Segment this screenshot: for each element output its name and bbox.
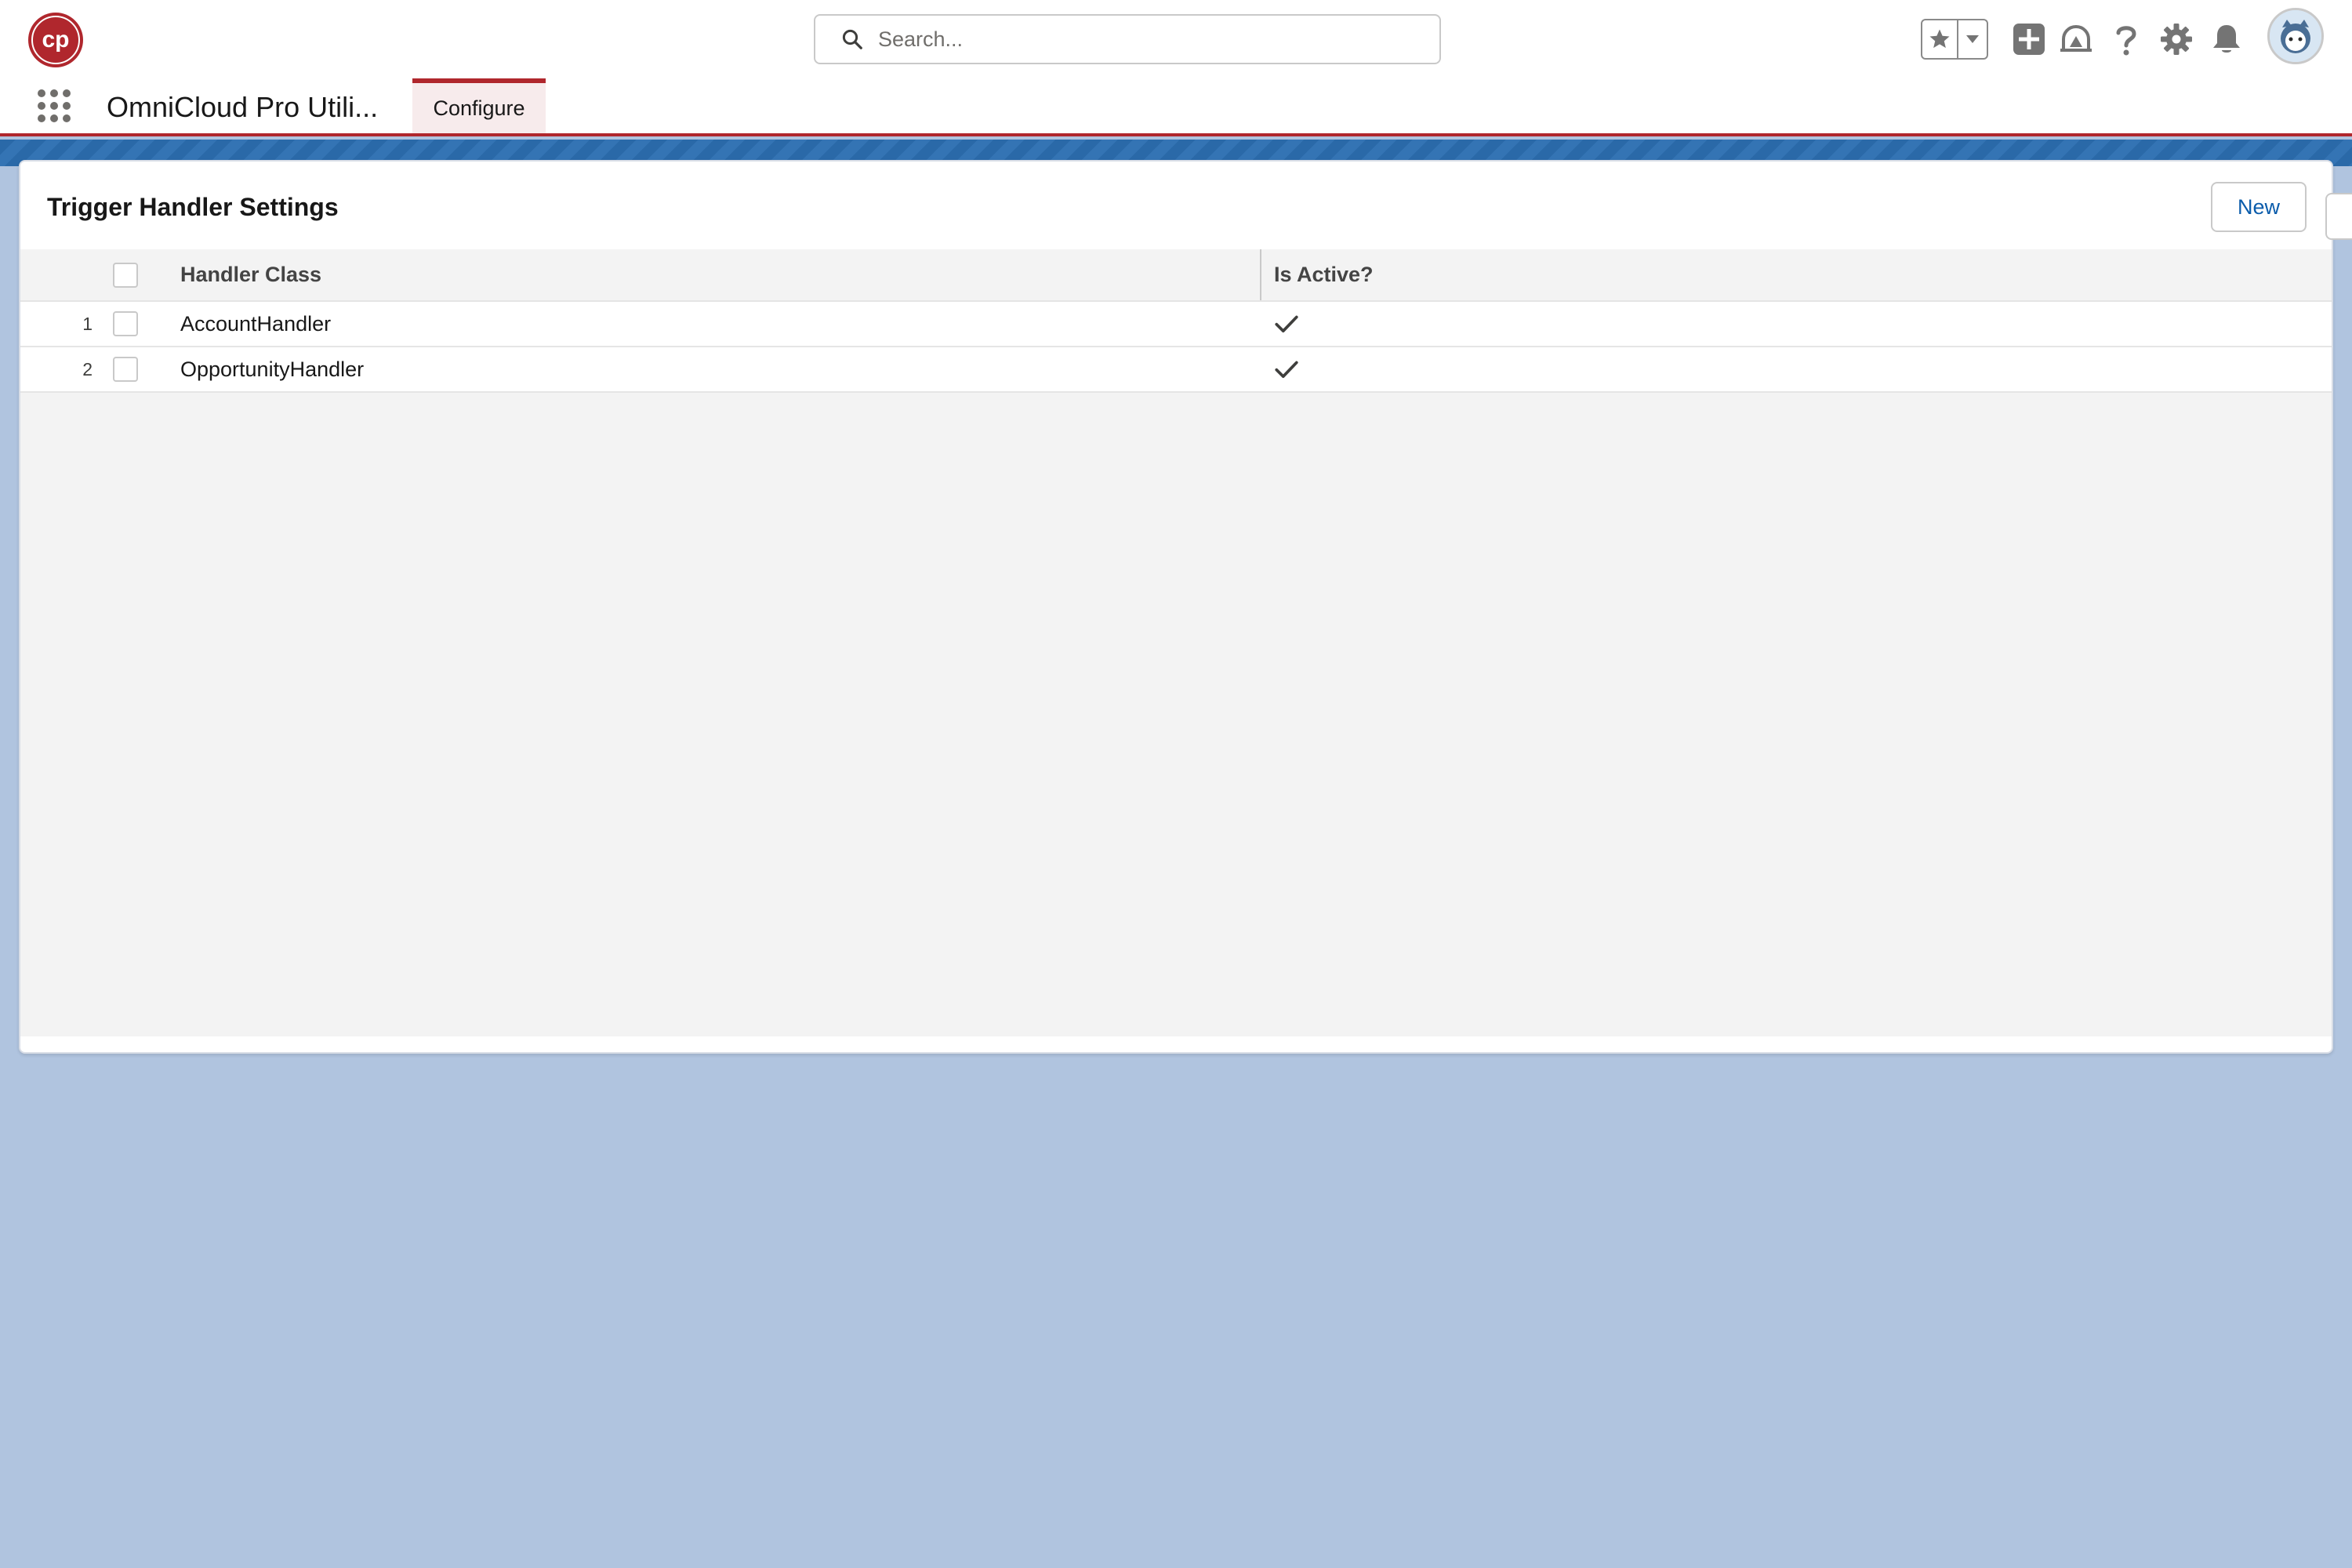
select-all-checkbox[interactable]: [113, 262, 138, 288]
app-launcher-icon[interactable]: [36, 88, 72, 124]
new-button[interactable]: New: [2211, 182, 2307, 232]
column-header-handler-class[interactable]: Handler Class: [165, 249, 1261, 302]
svg-text:cp: cp: [42, 27, 69, 53]
notifications-bell-icon[interactable]: [2208, 20, 2245, 58]
trailhead-icon[interactable]: [2057, 20, 2095, 58]
handler-class-cell[interactable]: OpportunityHandler: [165, 347, 1261, 392]
favorites-group[interactable]: [1921, 19, 1988, 60]
setup-gear-icon[interactable]: [2158, 20, 2195, 58]
app-navigation-bar: OmniCloud Pro Utili... Configure: [0, 75, 2352, 136]
row-number: 2: [82, 358, 93, 379]
company-logo[interactable]: cp: [27, 11, 85, 69]
page-title: Trigger Handler Settings: [47, 193, 339, 221]
global-header: cp: [0, 0, 2352, 75]
row-select-cell: [113, 347, 165, 392]
user-avatar[interactable]: [2267, 8, 2324, 64]
table-row: 1 AccountHandler: [20, 301, 2332, 347]
row-checkbox[interactable]: [113, 357, 138, 383]
global-actions-icon[interactable]: [2010, 20, 2048, 58]
checkmark-icon: [1275, 315, 1298, 333]
is-active-cell: [1261, 301, 2332, 347]
row-number-header: [20, 249, 113, 302]
search-input[interactable]: [877, 22, 1410, 56]
list-view-card: Trigger Handler Settings New Handler Cla…: [19, 160, 2333, 1054]
row-checkbox[interactable]: [113, 311, 138, 337]
table-row: 2 OpportunityHandler: [20, 347, 2332, 392]
help-icon[interactable]: [2107, 20, 2145, 58]
row-select-cell: [113, 301, 165, 347]
global-search[interactable]: [814, 14, 1441, 64]
tab-configure[interactable]: Configure: [412, 78, 546, 133]
table-header-row: Handler Class Is Active?: [20, 249, 2332, 302]
handler-class-cell[interactable]: AccountHandler: [165, 301, 1261, 347]
is-active-cell: [1261, 347, 2332, 392]
checkmark-icon: [1275, 361, 1298, 379]
search-icon: [842, 29, 862, 49]
select-all-cell: [113, 249, 165, 302]
utility-panel-toggle[interactable]: [2325, 193, 2352, 240]
app-name: OmniCloud Pro Utili...: [107, 91, 379, 123]
row-number: 1: [82, 313, 93, 334]
records-table: Handler Class Is Active? 1 AccountHandle…: [20, 249, 2332, 393]
list-view-table-area: Handler Class Is Active? 1 AccountHandle…: [20, 249, 2332, 1036]
favorites-dropdown-icon[interactable]: [1958, 20, 1987, 58]
column-header-is-active[interactable]: Is Active?: [1260, 249, 2332, 302]
favorites-star-icon[interactable]: [1922, 20, 1958, 58]
